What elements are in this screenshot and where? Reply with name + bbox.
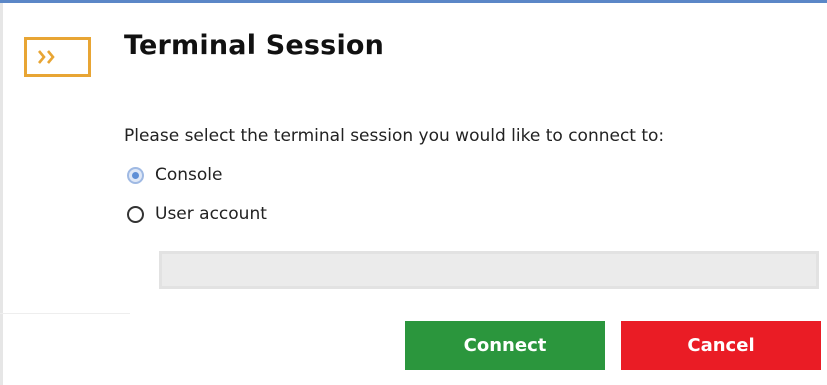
radio-user-account-label: User account [155, 204, 267, 224]
prompt-text: Please select the terminal session you w… [124, 126, 665, 146]
divider [0, 313, 130, 314]
radio-console-label: Console [155, 165, 223, 185]
radio-console-button[interactable] [127, 166, 144, 184]
connect-button[interactable]: Connect [405, 321, 605, 370]
user-account-input[interactable] [159, 251, 819, 289]
terminal-icon [24, 37, 91, 77]
left-border [0, 3, 3, 385]
accent-bar [0, 0, 827, 3]
radio-console[interactable]: Console [127, 165, 223, 185]
radio-user-account[interactable]: User account [127, 204, 267, 224]
cancel-button[interactable]: Cancel [621, 321, 821, 370]
dialog-title: Terminal Session [124, 30, 385, 61]
radio-user-account-button[interactable] [127, 205, 144, 223]
terminal-session-dialog: Terminal Session Please select the termi… [0, 0, 827, 385]
